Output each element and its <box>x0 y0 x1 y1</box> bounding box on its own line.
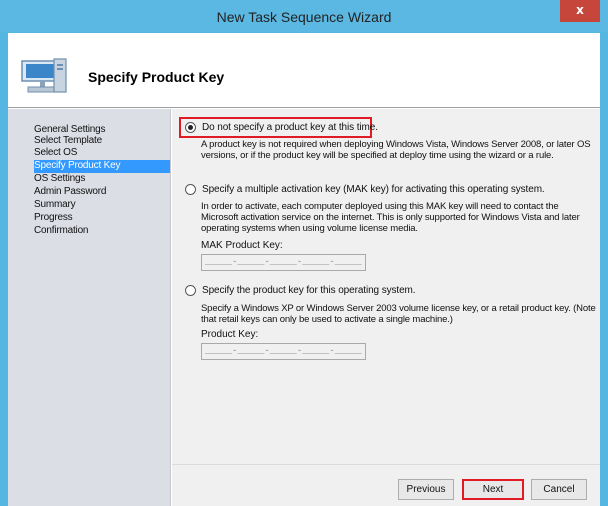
radio-product-key[interactable] <box>185 285 196 296</box>
radio-no-product-key[interactable] <box>185 122 196 133</box>
close-button[interactable]: x <box>560 0 600 22</box>
radio-selected-dot <box>188 125 193 130</box>
next-button[interactable]: Next <box>462 479 524 500</box>
option-label-product-key[interactable]: Specify the product key for this operati… <box>202 285 416 296</box>
wizard-header: Specify Product Key <box>8 33 600 107</box>
option-label-no-product-key[interactable]: Do not specify a product key at this tim… <box>202 122 378 133</box>
option-label-mak-key[interactable]: Specify a multiple activation key (MAK k… <box>202 184 545 195</box>
sidebar-item-admin-password[interactable]: Admin Password <box>30 186 170 199</box>
option-description-product-key: Specify a Windows XP or Windows Server 2… <box>201 303 596 325</box>
option-description-mak-key: In order to activate, each computer depl… <box>201 201 580 234</box>
window-title: New Task Sequence Wizard <box>216 9 392 25</box>
title-bar[interactable]: New Task Sequence Wizard x <box>0 0 608 32</box>
wizard-steps-sidebar: General Settings Select Template Select … <box>8 109 171 506</box>
previous-button[interactable]: Previous <box>398 479 454 500</box>
page-title: Specify Product Key <box>88 69 225 85</box>
sidebar-item-os-settings[interactable]: OS Settings <box>30 173 170 186</box>
mak-product-key-label: MAK Product Key: <box>201 240 283 251</box>
cancel-button[interactable]: Cancel <box>531 479 587 500</box>
mak-product-key-input[interactable]: _____-_____-_____-_____-_____ <box>201 254 366 271</box>
sidebar-item-specify-product-key[interactable]: Specify Product Key <box>34 160 170 173</box>
sidebar-item-summary[interactable]: Summary <box>30 199 170 212</box>
computer-wizard-icon <box>21 58 67 93</box>
sidebar-item-select-os[interactable]: Select OS <box>30 147 170 160</box>
wizard-window: New Task Sequence Wizard x Specify Produ… <box>0 0 608 506</box>
sidebar-item-progress[interactable]: Progress <box>30 212 170 225</box>
radio-mak-key[interactable] <box>185 184 196 195</box>
product-key-input[interactable]: _____-_____-_____-_____-_____ <box>201 343 366 360</box>
option-description-no-product-key: A product key is not required when deplo… <box>201 139 591 161</box>
sidebar-item-confirmation[interactable]: Confirmation <box>30 225 170 238</box>
product-key-label: Product Key: <box>201 329 259 340</box>
